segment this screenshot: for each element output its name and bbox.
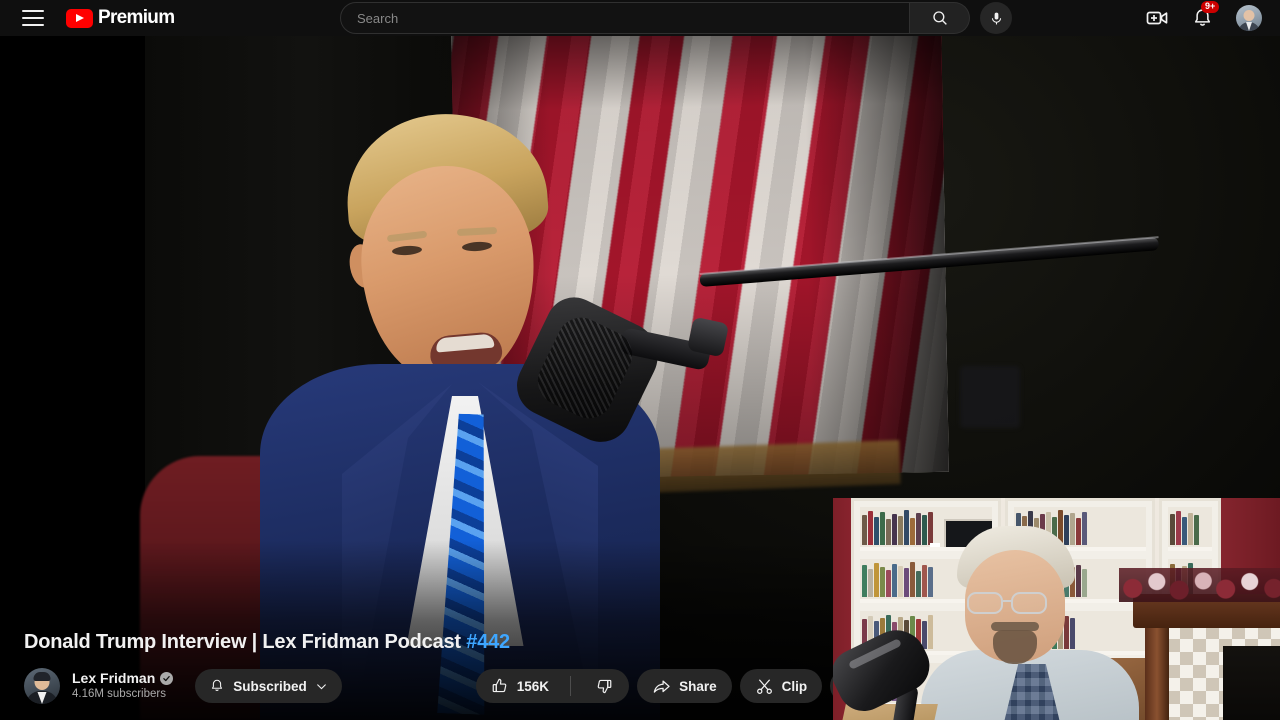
bell-icon xyxy=(212,679,223,691)
reactor-webcam-overlay[interactable] xyxy=(833,498,1280,720)
youtube-play-icon xyxy=(66,8,93,28)
like-button[interactable]: 156K xyxy=(476,669,562,703)
floral-garland xyxy=(1119,568,1280,602)
video-player[interactable]: Donald Trump Interview | Lex Fridman Pod… xyxy=(0,36,1280,720)
channel-name-row: Lex Fridman xyxy=(72,670,174,686)
microphone-clamp xyxy=(686,316,730,358)
search-submit-button[interactable] xyxy=(910,2,970,34)
channel-name[interactable]: Lex Fridman xyxy=(72,670,155,686)
header-right-actions: 9+ xyxy=(1145,0,1262,36)
subscriber-count: 4.16M subscribers xyxy=(72,688,166,701)
fireplace-opening xyxy=(1223,646,1280,720)
channel-text: Lex Fridman 4.16M subscribers xyxy=(72,670,174,701)
search-zone xyxy=(340,2,1012,34)
background-object xyxy=(960,366,1020,428)
thumbs-down-icon xyxy=(597,679,612,694)
notifications-button[interactable]: 9+ xyxy=(1191,0,1220,30)
share-button[interactable]: Share xyxy=(637,669,732,703)
voice-search-button[interactable] xyxy=(980,2,1012,34)
youtube-premium-logo[interactable]: Premium xyxy=(66,7,175,29)
clip-label: Clip xyxy=(781,678,808,694)
clip-button[interactable]: Clip xyxy=(739,669,823,703)
chevron-down-icon xyxy=(316,683,326,689)
microphone-icon xyxy=(991,12,1001,24)
create-video-button[interactable] xyxy=(1145,6,1169,30)
subscribed-button[interactable]: Subscribed xyxy=(195,669,342,703)
video-title-text: Donald Trump Interview | Lex Fridman Pod… xyxy=(24,631,467,653)
channel-block: Lex Fridman 4.16M subscribers Subscribed xyxy=(24,668,342,704)
fireplace-column xyxy=(1145,624,1169,720)
video-title-hashtag[interactable]: #442 xyxy=(466,631,510,653)
video-actions: 156K Share Clip xyxy=(475,669,869,703)
verified-check-icon xyxy=(160,671,174,685)
account-avatar-button[interactable] xyxy=(1236,5,1262,31)
youtube-watch-page: Premium Search 9+ Donald Trump Interview… xyxy=(0,0,1280,720)
app-header: Premium Search 9+ xyxy=(0,0,1280,36)
like-count: 156K xyxy=(516,678,550,694)
share-label: Share xyxy=(679,678,717,694)
reactor-person xyxy=(921,526,1139,720)
like-dislike-group: 156K xyxy=(475,669,630,703)
dislike-button[interactable] xyxy=(579,669,629,703)
hamburger-menu-icon[interactable] xyxy=(22,10,44,26)
scissors-icon xyxy=(756,678,772,694)
action-divider xyxy=(570,676,572,696)
search-box[interactable] xyxy=(340,2,910,34)
notification-count-badge: 9+ xyxy=(1201,0,1220,13)
logo-label: Premium xyxy=(98,7,175,28)
video-camera-plus-icon xyxy=(1146,11,1168,25)
channel-avatar[interactable] xyxy=(24,668,60,704)
subscribed-label: Subscribed xyxy=(233,678,307,694)
thumbs-up-icon xyxy=(492,678,507,693)
search-input[interactable] xyxy=(357,10,909,26)
magnifier-icon xyxy=(932,11,947,25)
share-arrow-icon xyxy=(653,679,670,693)
